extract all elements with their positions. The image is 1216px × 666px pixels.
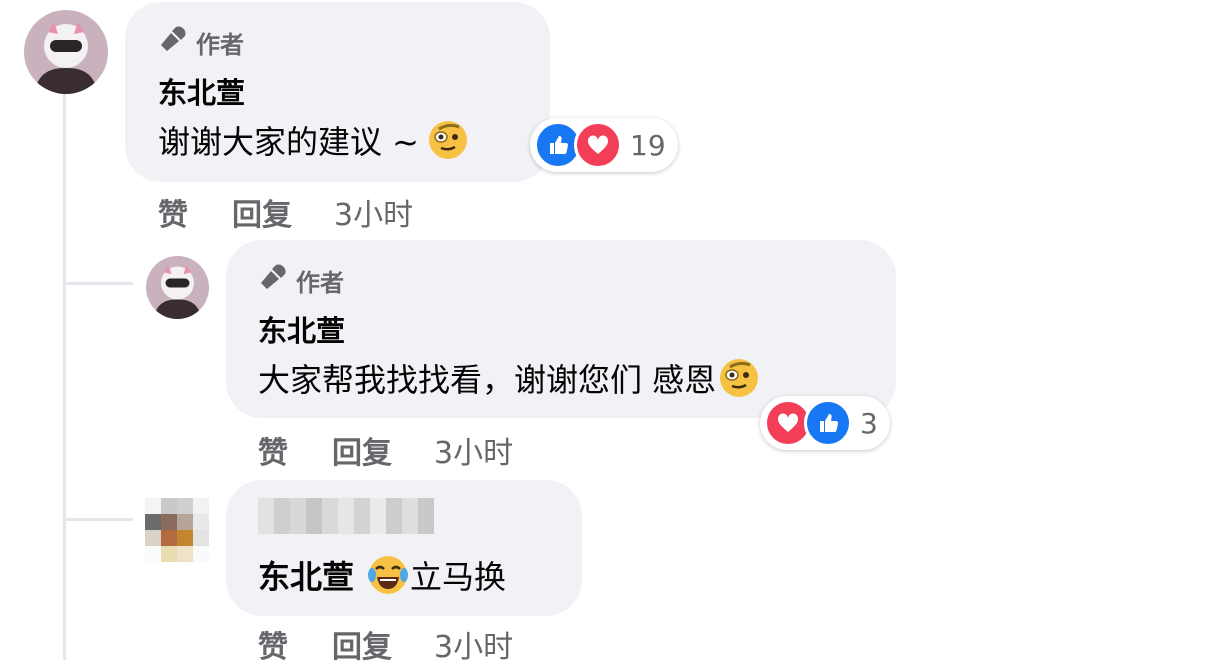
author-badge: 作者 [158,24,244,60]
comment-text: 大家帮我找找看，谢谢您们 感恩 [258,355,760,401]
reply-button[interactable]: 回复 [332,622,392,666]
comment-text: 东北萱 立马换 [258,552,506,598]
reactions-summary[interactable]: 19 [530,118,678,172]
blurred-commenter-name[interactable] [258,498,434,534]
thinking-monocle-emoji-icon [718,357,760,399]
love-reaction-icon [574,121,622,169]
like-button[interactable]: 赞 [158,190,188,234]
comment-author-name[interactable]: 东北萱 [258,308,345,350]
comment-text-content: 谢谢大家的建议 ~ [158,123,419,161]
thread-line-main [63,92,66,660]
comment-actions: 赞 回复 3小时 [258,622,513,666]
comment-text: 谢谢大家的建议 ~ [158,117,469,163]
reply-button[interactable]: 回复 [232,190,292,234]
thinking-monocle-emoji-icon [427,119,469,161]
comment-text-content: 大家帮我找找看，谢谢您们 感恩 [258,361,717,399]
avatar[interactable] [146,256,209,319]
like-button[interactable]: 赞 [258,622,288,666]
thread-branch-2 [63,518,133,521]
blurred-avatar[interactable] [145,498,209,562]
reaction-count: 19 [630,128,666,162]
thread-branch-1 [63,282,133,285]
author-badge: 作者 [258,262,344,298]
reactions-summary[interactable]: 3 [760,396,890,450]
comment-text-content: 立马换 [410,558,507,596]
tears-of-joy-emoji-icon [366,553,410,597]
microphone-icon [158,24,188,60]
microphone-icon [258,262,288,298]
author-badge-label: 作者 [296,268,344,297]
comment-actions: 赞 回复 3小时 [258,428,513,472]
like-button[interactable]: 赞 [258,428,288,472]
mention-link[interactable]: 东北萱 [258,552,354,598]
comment-actions: 赞 回复 3小时 [158,190,413,234]
comment-timestamp[interactable]: 3小时 [334,190,413,234]
avatar[interactable] [24,10,108,94]
reaction-count: 3 [860,406,878,440]
author-badge-label: 作者 [196,30,244,59]
like-reaction-icon [804,399,852,447]
comment-author-name[interactable]: 东北萱 [158,70,245,112]
comment-timestamp[interactable]: 3小时 [434,428,513,472]
comment-timestamp[interactable]: 3小时 [434,622,513,666]
reply-button[interactable]: 回复 [332,428,392,472]
